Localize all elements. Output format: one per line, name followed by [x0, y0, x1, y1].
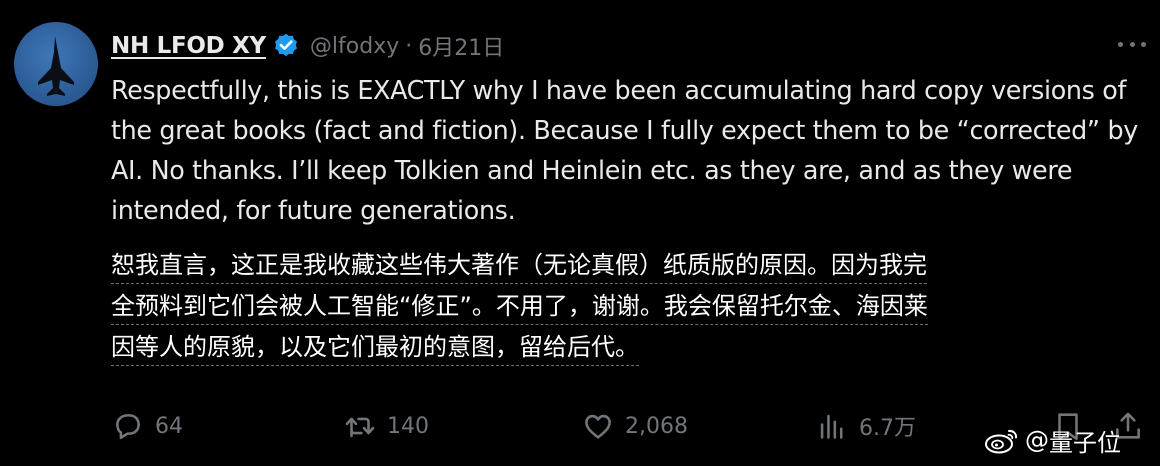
- tweet-date[interactable]: 6月21日: [418, 30, 504, 62]
- translation-line: 恕我直言，这正是我收藏这些伟大著作（无论真假）纸质版的原因。因为我完: [111, 248, 927, 284]
- weibo-logo-icon: [985, 429, 1018, 454]
- jet-silhouette-icon: [38, 36, 74, 96]
- more-options-icon[interactable]: [1118, 38, 1146, 50]
- more-dot: [1118, 41, 1123, 47]
- tweet-text: Respectfully, this is EXACTLY why I have…: [111, 75, 1138, 225]
- views-chart-icon: [820, 414, 843, 439]
- translation-line: 全预料到它们会被人工智能“修正”。不用了，谢谢。我会保留托尔金、海因莱: [111, 289, 928, 325]
- reply-count: 64: [155, 413, 183, 439]
- author-handle[interactable]: @lfodxy: [310, 34, 399, 59]
- views-count: 6.7万: [859, 416, 916, 441]
- watermark-at: @: [1025, 426, 1049, 454]
- watermark-name: 量子位: [1049, 428, 1121, 457]
- reply-icon: [116, 414, 140, 440]
- more-dot: [1141, 41, 1146, 47]
- reply-button[interactable]: 64: [111, 404, 183, 448]
- heart-icon: [585, 414, 611, 439]
- retweet-button[interactable]: 140: [343, 404, 429, 448]
- author-avatar[interactable]: [14, 22, 98, 106]
- like-button[interactable]: 2,068: [581, 404, 688, 448]
- views-button[interactable]: 6.7万: [815, 404, 916, 448]
- translation-line: 因等人的原貌，以及它们最初的意图，留给后代。: [111, 330, 639, 366]
- watermark: @ 量子位: [983, 422, 1121, 458]
- tweet-header: NH LFOD XY @lfodxy · 6月21日: [111, 28, 504, 64]
- tweet: NH LFOD XY @lfodxy · 6月21日 Respectfully,…: [0, 0, 1160, 466]
- retweet-icon: [345, 417, 375, 438]
- verified-badge-icon[interactable]: [272, 32, 300, 60]
- header-separator: ·: [405, 33, 413, 59]
- author-display-name[interactable]: NH LFOD XY: [111, 33, 266, 59]
- retweet-count: 140: [387, 413, 429, 439]
- like-count: 2,068: [625, 413, 688, 439]
- tweet-translation: 恕我直言，这正是我收藏这些伟大著作（无论真假）纸质版的原因。因为我完 全预料到它…: [111, 248, 1151, 371]
- more-dot: [1129, 41, 1135, 47]
